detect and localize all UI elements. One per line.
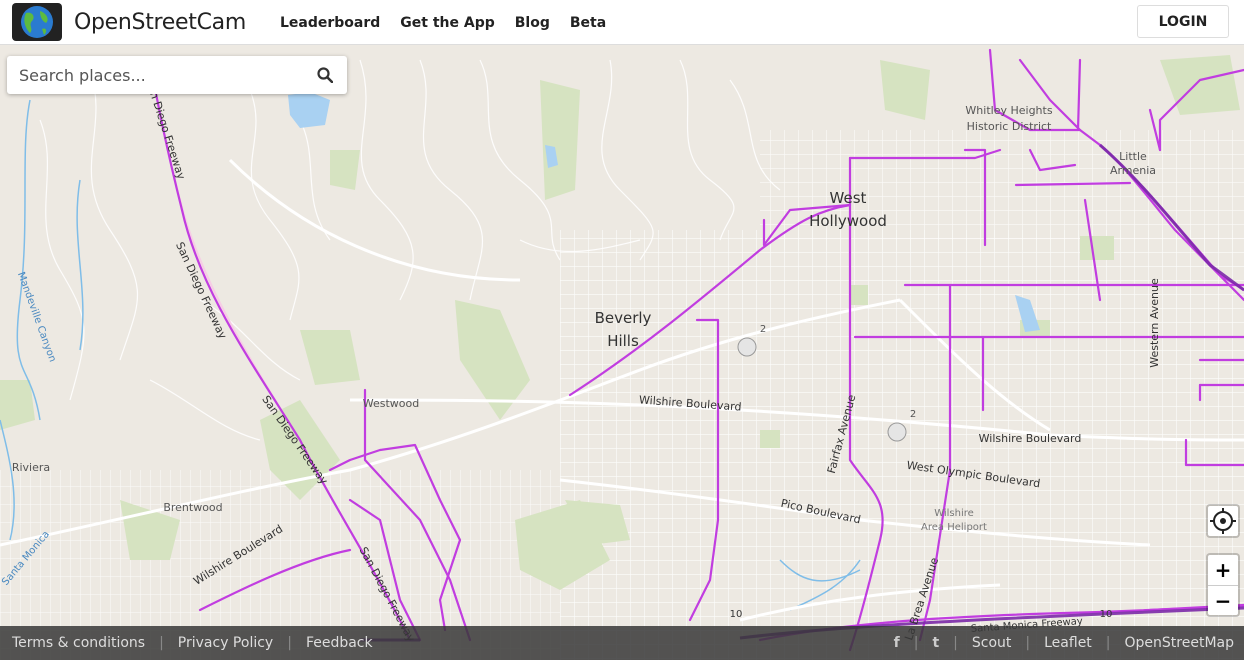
label-western-ave: Western Avenue (1148, 278, 1161, 368)
label-wilshire-blvd-2: Wilshire Boulevard (979, 432, 1082, 445)
label-west-hollywood-1: West (830, 189, 867, 207)
locate-me-button[interactable] (1206, 504, 1240, 538)
label-little-armenia-2: Armenia (1110, 164, 1156, 177)
nav-blog[interactable]: Blog (515, 15, 550, 31)
footer-privacy-link[interactable]: Privacy Policy (178, 635, 273, 651)
footer-scout-link[interactable]: Scout (972, 635, 1012, 651)
search-input[interactable] (7, 56, 309, 94)
zoom-out-button[interactable]: − (1208, 586, 1238, 616)
label-wilshire-heliport-1: Wilshire (934, 508, 974, 519)
facebook-icon[interactable]: f (894, 635, 900, 651)
label-whitley-heights-2: Historic District (967, 120, 1052, 133)
search-icon[interactable] (317, 67, 334, 84)
footer-links: Terms & conditions | Privacy Policy | Fe… (12, 626, 373, 660)
label-beverly-hills-2: Hills (607, 332, 639, 350)
map-canvas[interactable]: West Hollywood Beverly Hills Whitley Hei… (0, 45, 1244, 660)
label-west-hollywood-2: Hollywood (809, 212, 887, 230)
nav-get-the-app[interactable]: Get the App (400, 15, 494, 31)
footer-osm-link[interactable]: OpenStreetMap (1125, 635, 1234, 651)
footer-feedback-link[interactable]: Feedback (306, 635, 373, 651)
label-westwood: Westwood (363, 397, 419, 410)
footer-separator: | (913, 635, 919, 651)
brand-logo[interactable]: OpenStreetCam (12, 1, 246, 41)
label-riviera: Riviera (12, 461, 50, 474)
route-label-10a: 10 (730, 609, 743, 620)
footer-separator: | (159, 635, 164, 651)
label-brentwood: Brentwood (163, 501, 222, 514)
route-label-10b: 10 (1100, 609, 1113, 620)
footer-terms-link[interactable]: Terms & conditions (12, 635, 145, 651)
label-little-armenia-1: Little (1119, 150, 1147, 163)
nav-beta[interactable]: Beta (570, 15, 606, 31)
footer-separator: | (287, 635, 292, 651)
camera-globe-icon (12, 1, 62, 41)
footer-attribution: f | t | Scout | Leaflet | OpenStreetMap (894, 626, 1234, 660)
footer-separator: | (953, 635, 958, 651)
label-wilshire-heliport-2: Area Heliport (921, 522, 987, 533)
footer-separator: | (1025, 635, 1031, 651)
footer-separator: | (1105, 635, 1111, 651)
label-whitley-heights-1: Whitley Heights (965, 104, 1052, 117)
zoom-in-button[interactable]: + (1208, 555, 1238, 586)
search-box (7, 56, 347, 94)
top-navigation-bar: OpenStreetCam Leaderboard Get the App Bl… (0, 0, 1244, 45)
label-beverly-hills-1: Beverly (595, 309, 652, 327)
crosshair-icon (1210, 508, 1236, 534)
map-marker-2b: 2 (910, 409, 916, 420)
nav-leaderboard[interactable]: Leaderboard (280, 15, 380, 31)
footer-bar: Terms & conditions | Privacy Policy | Fe… (0, 626, 1244, 660)
main-nav: Leaderboard Get the App Blog Beta (280, 0, 626, 45)
login-button[interactable]: LOGIN (1137, 5, 1229, 38)
zoom-control: + − (1206, 553, 1240, 617)
brand-name: OpenStreetCam (74, 9, 246, 35)
twitter-icon[interactable]: t (932, 635, 939, 651)
map-marker-2a: 2 (760, 324, 766, 335)
footer-leaflet-link[interactable]: Leaflet (1044, 635, 1092, 651)
